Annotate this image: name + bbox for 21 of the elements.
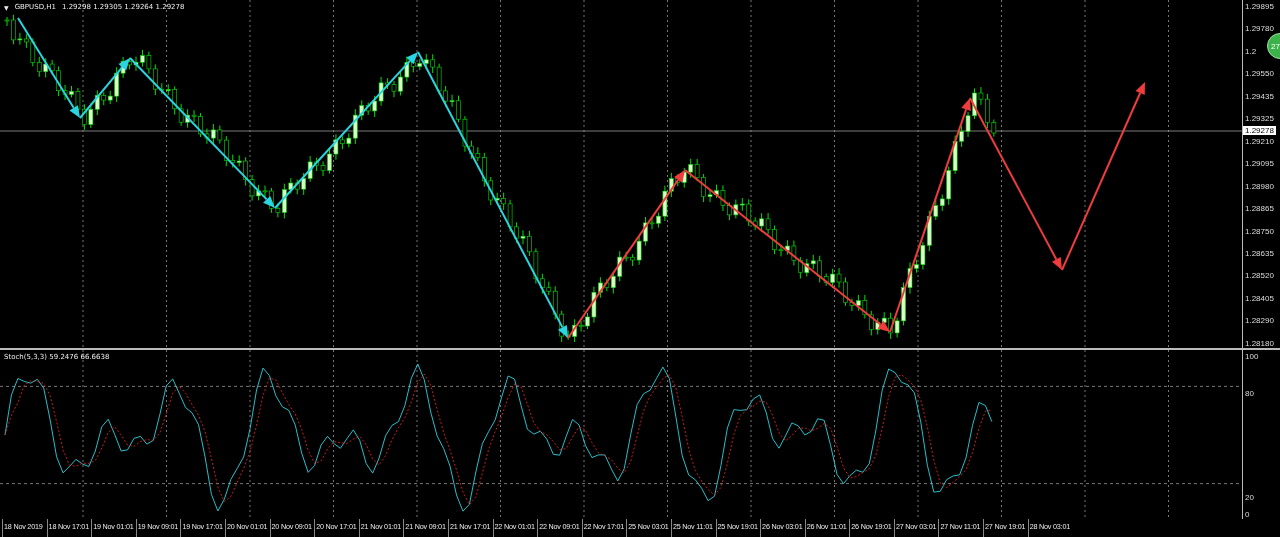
price-label: 1.29780 [1245, 24, 1274, 34]
level-label: 100 [1245, 352, 1259, 361]
current-price-label: 1.29278 [1243, 126, 1276, 135]
price-label: 1.29895 [1245, 2, 1274, 11]
level-label: 0 [1245, 510, 1250, 519]
price-label: 1.29325 [1245, 114, 1274, 124]
level-label: 20 [1245, 492, 1254, 502]
price-label: 1.28750 [1245, 226, 1274, 236]
price-label: 1.28405 [1245, 293, 1274, 303]
price-label: 1.28865 [1245, 204, 1274, 214]
price-label: 1.29210 [1245, 136, 1274, 146]
price-label: 1.28980 [1245, 181, 1274, 191]
price-label: 1.28520 [1245, 271, 1274, 281]
level-label: 80 [1245, 389, 1254, 399]
price-label: 1.29550 [1245, 69, 1274, 79]
price-label: 1.2 [1245, 46, 1257, 56]
price-label: 1.29095 [1245, 159, 1274, 169]
price-label: 1.29435 [1245, 91, 1274, 101]
price-label: 1.28290 [1245, 316, 1274, 326]
price-label: 1.28635 [1245, 249, 1274, 258]
price-label: 1.28180 [1245, 338, 1274, 348]
